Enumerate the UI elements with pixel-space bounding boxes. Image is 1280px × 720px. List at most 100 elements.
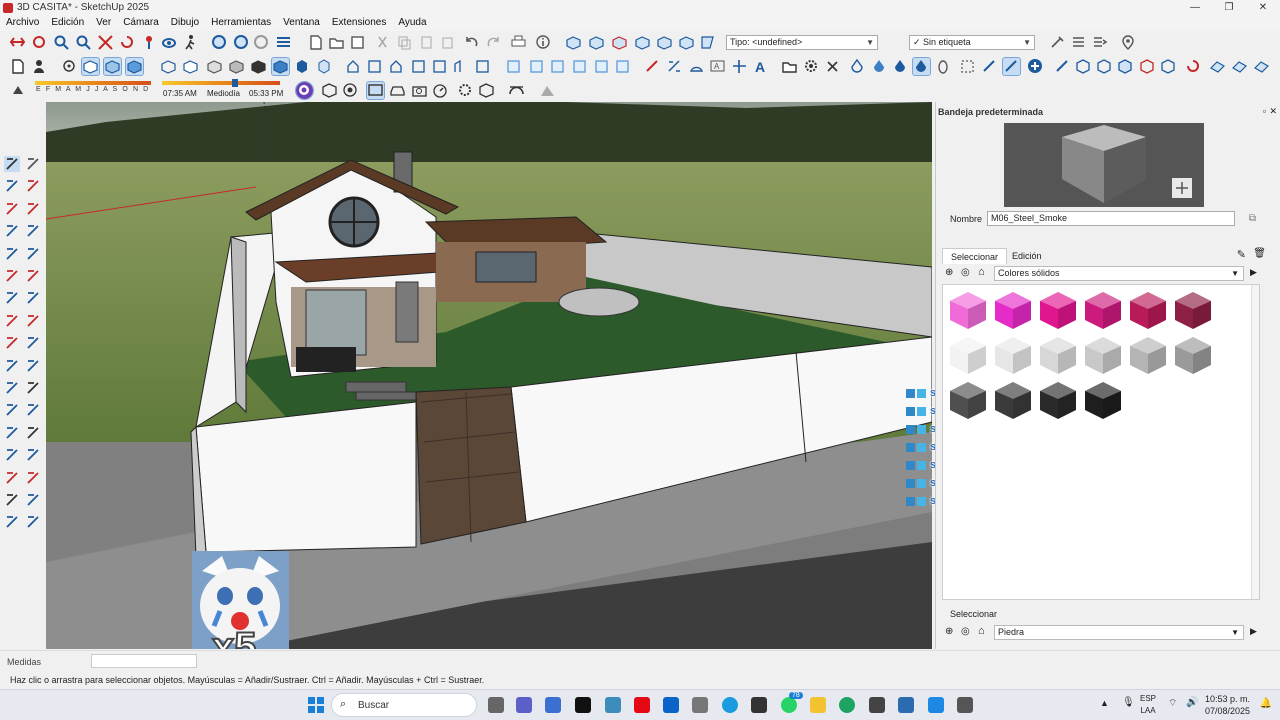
protractor-icon[interactable] bbox=[688, 58, 705, 75]
app-icon-3[interactable] bbox=[751, 697, 767, 713]
app-icon-7[interactable] bbox=[957, 697, 973, 713]
drop-2-icon[interactable] bbox=[871, 58, 888, 75]
clock[interactable]: 10:53 p. m. 07/08/2025 bbox=[1205, 693, 1250, 717]
material-swatch[interactable] bbox=[1037, 334, 1079, 376]
extension-1-icon[interactable] bbox=[981, 58, 998, 75]
material-swatch[interactable] bbox=[1082, 379, 1124, 421]
house-view-5-icon[interactable] bbox=[431, 58, 448, 75]
outlook-icon[interactable] bbox=[663, 697, 679, 713]
mic-icon[interactable]: 🎙 bbox=[1122, 697, 1135, 708]
tag-type-dropdown[interactable]: Tipo: <undefined> ▼ bbox=[726, 35, 878, 50]
material-swatch[interactable] bbox=[947, 289, 989, 331]
rectangle-tool-icon[interactable] bbox=[4, 223, 20, 239]
app-icon-6[interactable] bbox=[928, 697, 944, 713]
extension-3-icon[interactable] bbox=[1054, 58, 1071, 75]
dimension-tool-icon[interactable] bbox=[4, 380, 20, 396]
camera-icon[interactable] bbox=[411, 82, 428, 99]
app-icon-5[interactable] bbox=[898, 697, 914, 713]
shaded-textures-icon[interactable] bbox=[125, 57, 144, 76]
page-icon[interactable] bbox=[9, 58, 26, 75]
details-2-icon[interactable]: ◎ bbox=[961, 626, 970, 637]
view-top-icon[interactable] bbox=[588, 34, 605, 51]
layout-3-icon[interactable] bbox=[549, 58, 566, 75]
person-icon[interactable] bbox=[31, 58, 48, 75]
zoom-icon[interactable] bbox=[53, 34, 70, 51]
car-icon[interactable] bbox=[389, 82, 406, 99]
hex-3-icon[interactable] bbox=[1117, 58, 1134, 75]
house-view-6-icon[interactable] bbox=[452, 58, 469, 75]
delete-icon[interactable]: 🗑 bbox=[1253, 248, 1266, 259]
print-icon[interactable] bbox=[510, 34, 527, 51]
location-pin-icon[interactable] bbox=[1120, 34, 1137, 51]
hex-4-icon[interactable] bbox=[1139, 58, 1156, 75]
material-swatch[interactable] bbox=[1037, 289, 1079, 331]
hex-5-icon[interactable] bbox=[1160, 58, 1177, 75]
netflix-icon[interactable] bbox=[634, 697, 650, 713]
rotate-tool-icon[interactable] bbox=[25, 313, 41, 329]
pie-tool-icon[interactable] bbox=[25, 268, 41, 284]
protractor-tool-icon[interactable] bbox=[25, 358, 41, 374]
taskbar-search[interactable]: ⌕ Buscar bbox=[331, 693, 477, 717]
material-swatch[interactable] bbox=[992, 379, 1034, 421]
view-back-icon[interactable] bbox=[656, 34, 673, 51]
add-material-icon[interactable]: ⊕ bbox=[945, 267, 953, 278]
layout-1-icon[interactable] bbox=[505, 58, 522, 75]
polygon-tool-icon[interactable] bbox=[25, 246, 41, 262]
chrome-icon[interactable] bbox=[839, 697, 855, 713]
house-view-1-icon[interactable] bbox=[345, 58, 362, 75]
push-pull-tool-icon[interactable] bbox=[4, 290, 20, 306]
open-folder-icon[interactable] bbox=[328, 34, 345, 51]
x-close-icon[interactable] bbox=[824, 58, 841, 75]
menu-ventana[interactable]: Ventana bbox=[277, 15, 326, 31]
menu-ayuda[interactable]: Ayuda bbox=[392, 15, 432, 31]
secondary-library-dropdown[interactable]: Piedra ▼ bbox=[994, 625, 1244, 640]
menu-dibujo[interactable]: Dibujo bbox=[165, 15, 205, 31]
swatch-scrollbar[interactable] bbox=[1251, 285, 1259, 599]
home-icon[interactable]: ⌂ bbox=[978, 266, 985, 278]
back-edges-icon[interactable] bbox=[103, 57, 122, 76]
position-camera-icon[interactable] bbox=[141, 34, 158, 51]
shadows-icon[interactable] bbox=[9, 82, 26, 99]
rotated-rect-tool-icon[interactable] bbox=[25, 223, 41, 239]
mountain-icon[interactable] bbox=[539, 82, 556, 99]
component-tool-icon[interactable] bbox=[25, 156, 41, 172]
material-swatch[interactable] bbox=[947, 334, 989, 376]
view-bottom-icon[interactable] bbox=[699, 34, 716, 51]
view-left-icon[interactable] bbox=[678, 34, 695, 51]
forward-2-icon[interactable]: ▶ bbox=[1250, 626, 1257, 637]
extension-2-icon[interactable] bbox=[1002, 57, 1021, 76]
rainbow-icon[interactable] bbox=[508, 82, 525, 99]
section-plane-icon[interactable] bbox=[211, 34, 228, 51]
target-icon[interactable] bbox=[342, 82, 359, 99]
folder-icon[interactable] bbox=[781, 58, 798, 75]
app-icon-1[interactable] bbox=[605, 697, 621, 713]
settings-icon[interactable] bbox=[803, 58, 820, 75]
pan-tool-icon[interactable] bbox=[25, 425, 41, 441]
whatsapp-icon[interactable] bbox=[781, 697, 797, 713]
section-tool-icon[interactable] bbox=[4, 514, 20, 530]
scale-tool-icon[interactable] bbox=[4, 335, 20, 351]
shaded-icon[interactable] bbox=[206, 58, 223, 75]
zoom-extents-tool-icon[interactable] bbox=[4, 470, 20, 486]
previous-tool-icon[interactable] bbox=[25, 470, 41, 486]
sandbox-2-icon[interactable] bbox=[1231, 58, 1248, 75]
drop-1-icon[interactable] bbox=[849, 58, 866, 75]
display-section-tool-icon[interactable] bbox=[25, 514, 41, 530]
layout-6-icon[interactable] bbox=[614, 58, 631, 75]
cut-icon[interactable] bbox=[9, 34, 26, 51]
dotted-select-icon[interactable] bbox=[959, 58, 976, 75]
material-name-field[interactable]: M06_Steel_Smoke bbox=[987, 211, 1235, 226]
redo-icon[interactable] bbox=[485, 34, 502, 51]
volume-icon[interactable]: 🔊 bbox=[1186, 697, 1198, 708]
follow-me-tool-icon[interactable] bbox=[25, 335, 41, 351]
hex-1-icon[interactable] bbox=[1075, 58, 1092, 75]
orbit-tool-icon[interactable] bbox=[4, 425, 20, 441]
sandbox-1-icon[interactable] bbox=[1209, 58, 1226, 75]
view-iso-icon[interactable] bbox=[565, 34, 582, 51]
hidden-line-icon[interactable] bbox=[182, 58, 199, 75]
layout-2-icon[interactable] bbox=[528, 58, 545, 75]
material-swatch[interactable] bbox=[1172, 334, 1214, 376]
offset-tool-icon[interactable] bbox=[25, 290, 41, 306]
file-explorer-icon[interactable] bbox=[810, 697, 826, 713]
material-swatch[interactable] bbox=[1127, 289, 1169, 331]
